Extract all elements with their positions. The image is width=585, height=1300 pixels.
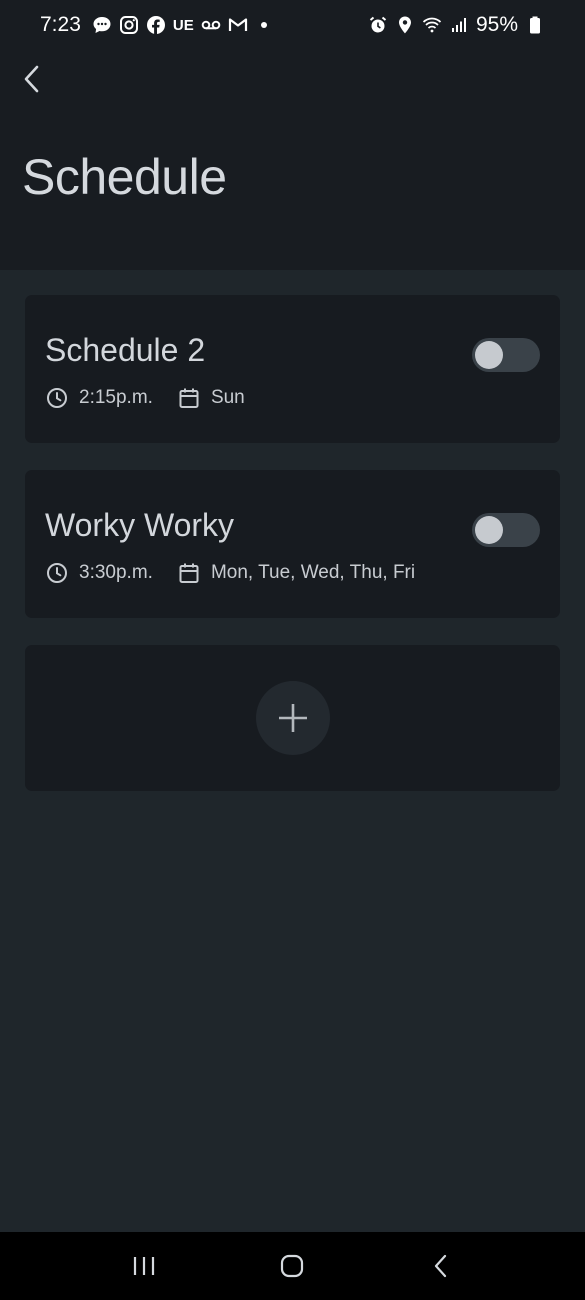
home-icon <box>281 1254 304 1278</box>
location-icon <box>395 15 415 35</box>
page-title: Schedule <box>22 149 227 205</box>
ue-icon: UE <box>172 16 194 34</box>
messages-icon <box>92 15 112 35</box>
schedule-details: 3:30p.m. Mon, Tue, Wed, Thu, Fri <box>45 561 439 585</box>
header-area: 7:23 UE 95% Schedule <box>0 0 585 270</box>
clock-icon <box>45 386 69 410</box>
instagram-icon <box>119 15 139 35</box>
schedule-details: 2:15p.m. Sun <box>45 386 269 410</box>
more-notifications-dot <box>260 22 267 28</box>
schedule-name: Schedule 2 <box>45 332 206 368</box>
system-back-button[interactable] <box>421 1246 461 1286</box>
schedule-days: Sun <box>210 387 245 408</box>
alarm-icon <box>368 15 388 35</box>
plus-icon <box>278 704 307 732</box>
gmail-icon <box>228 15 248 35</box>
facebook-icon <box>146 15 166 35</box>
system-navigation-bar <box>0 1232 585 1300</box>
voicemail-icon <box>201 15 221 35</box>
schedule-name: Worky Worky <box>45 507 235 543</box>
clock-icon <box>45 561 69 585</box>
battery-percentage: 95% <box>475 13 518 36</box>
schedule-toggle[interactable] <box>472 338 540 372</box>
calendar-icon <box>177 386 201 410</box>
schedule-time: 3:30p.m. <box>79 562 153 583</box>
status-bar: 7:23 UE 95% <box>0 0 585 50</box>
calendar-icon <box>177 561 201 585</box>
back-button[interactable] <box>14 60 50 98</box>
toggle-knob <box>475 516 503 544</box>
battery-icon <box>525 15 545 35</box>
wifi-icon <box>422 15 442 35</box>
chevron-left-icon <box>24 65 39 93</box>
schedule-card[interactable]: Schedule 2 2:15p.m. Sun <box>25 295 560 443</box>
schedule-time: 2:15p.m. <box>79 387 153 408</box>
schedule-card[interactable]: Worky Worky 3:30p.m. Mon, Tue, Wed, Thu,… <box>25 470 560 618</box>
home-button[interactable] <box>272 1246 312 1286</box>
toggle-knob <box>475 341 503 369</box>
back-icon <box>434 1254 446 1278</box>
signal-icon <box>449 15 469 35</box>
status-time: 7:23 <box>40 13 81 36</box>
schedule-toggle[interactable] <box>472 513 540 547</box>
schedule-days: Mon, Tue, Wed, Thu, Fri <box>210 562 416 583</box>
add-schedule-button[interactable] <box>255 681 330 755</box>
recent-apps-icon <box>134 1257 155 1275</box>
add-schedule-card[interactable] <box>25 645 560 791</box>
recent-apps-button[interactable] <box>124 1246 164 1286</box>
